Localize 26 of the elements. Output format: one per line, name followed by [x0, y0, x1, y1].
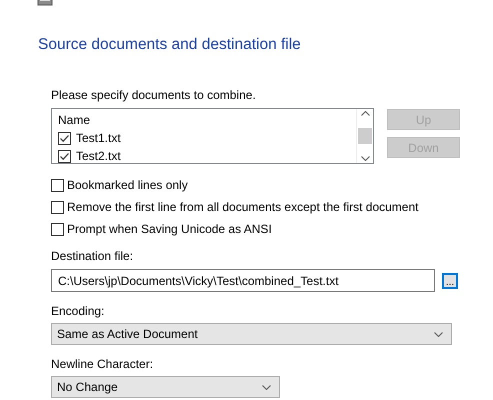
chevron-down-icon[interactable]: [360, 156, 370, 161]
newline-label: Newline Character:: [51, 357, 154, 371]
checkbox[interactable]: [51, 178, 64, 192]
checkbox[interactable]: [58, 150, 71, 162]
section-heading: Source documents and destination file: [38, 36, 301, 54]
column-header[interactable]: Name: [58, 113, 350, 127]
destination-label: Destination file:: [51, 249, 134, 263]
encoding-label: Encoding:: [51, 304, 106, 318]
document-name[interactable]: Test1.txt: [76, 131, 121, 145]
documents-list[interactable]: Name Test1.txt Test2.txt: [51, 108, 374, 164]
checkbox[interactable]: [58, 132, 71, 144]
chevron-up-icon[interactable]: [360, 111, 370, 116]
encoding-dropdown[interactable]: Same as Active Document: [51, 323, 452, 345]
destination-field[interactable]: C:\Users\jp\Documents\Vicky\Test\combined_Test.txt: [51, 269, 435, 292]
option-label[interactable]: Bookmarked lines only: [67, 178, 188, 192]
option-label[interactable]: Remove the first line from all documents except the first document: [67, 200, 418, 214]
checkbox[interactable]: [51, 222, 64, 236]
option-label[interactable]: Prompt when Saving Unicode as ANSI: [67, 222, 272, 236]
browse-button[interactable]: ...: [442, 272, 458, 288]
newline-dropdown[interactable]: No Change: [51, 376, 280, 398]
chevron-down-icon: [434, 332, 443, 336]
chevron-down-icon: [262, 384, 271, 390]
document-name[interactable]: Test2.txt: [76, 149, 121, 163]
documents-label: Please specify documents to combine.: [51, 88, 257, 102]
scrollbar[interactable]: [356, 109, 373, 163]
checkbox[interactable]: [51, 200, 64, 214]
